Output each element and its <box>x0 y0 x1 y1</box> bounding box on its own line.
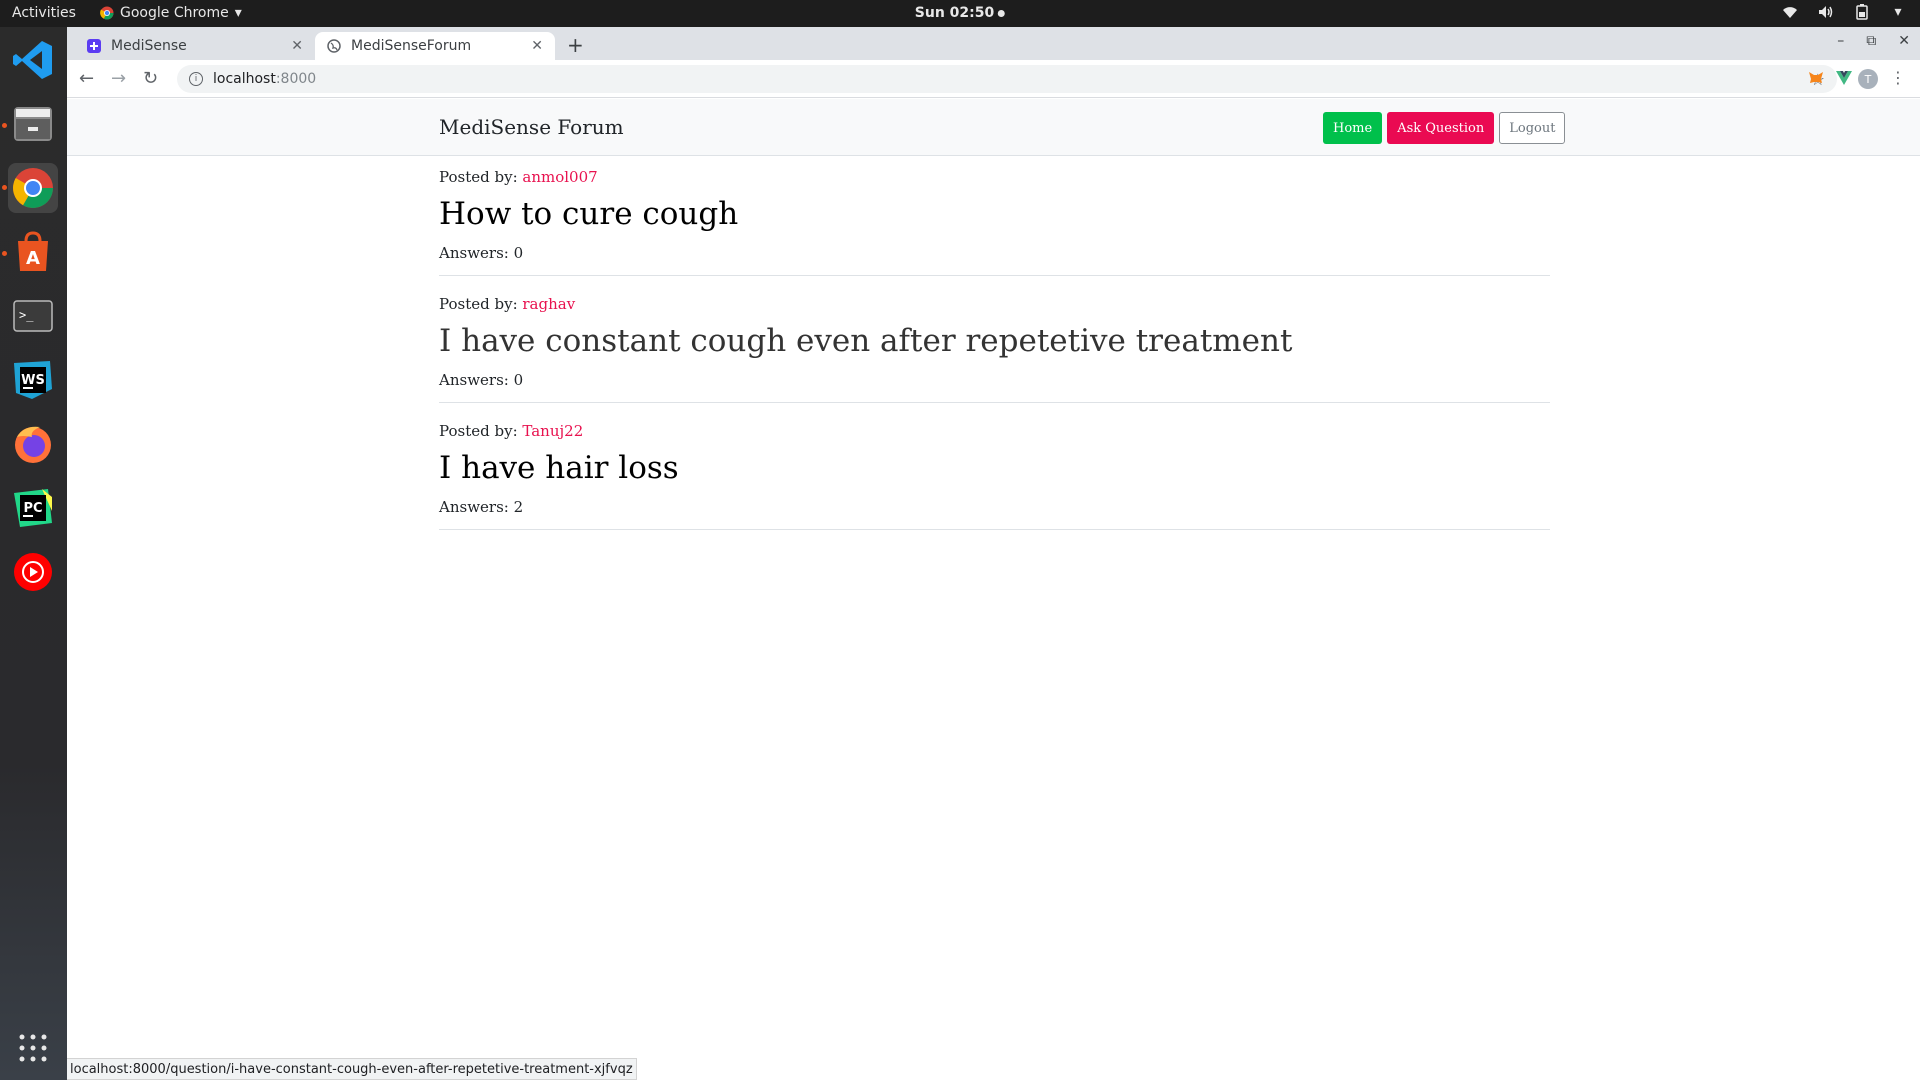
chevron-down-icon: ▾ <box>1894 4 1902 20</box>
browser-toolbar: ← → ↻ i localhost:8000 ☆ T ⋮ <box>67 60 1920 98</box>
software-center-icon[interactable]: A <box>8 227 58 277</box>
vscode-icon[interactable] <box>8 35 58 85</box>
answer-count: Answers: 2 <box>439 498 1550 516</box>
question-title-link[interactable]: How to cure cough <box>439 196 1550 236</box>
webstorm-icon[interactable]: WS <box>8 355 58 405</box>
chrome-window: MediSense ✕ MediSenseForum ✕ + – ⧉ ✕ ← →… <box>67 27 1920 1080</box>
minimize-icon[interactable]: – <box>1837 33 1844 49</box>
answers-value: 0 <box>513 244 524 262</box>
posted-by-label: Posted by: <box>439 168 523 186</box>
clock[interactable]: Sun 02:50 <box>914 5 1006 21</box>
answers-value: 2 <box>513 498 524 516</box>
restore-icon[interactable]: ⧉ <box>1866 33 1876 49</box>
posted-by-label: Posted by: <box>439 422 523 440</box>
dock: A >_ WS PC <box>0 27 67 1080</box>
medisense-favicon-icon <box>87 39 101 53</box>
info-icon[interactable]: i <box>189 72 203 86</box>
answers-label: Answers: <box>439 498 514 516</box>
wifi-icon <box>1782 4 1798 20</box>
answer-count: Answers: 0 <box>439 371 1550 389</box>
youtube-music-icon[interactable] <box>8 547 58 597</box>
question-item: Posted by: Tanuj22 I have hair loss Answ… <box>439 422 1550 530</box>
svg-text:>_: >_ <box>19 308 34 322</box>
volume-icon <box>1818 4 1834 20</box>
answer-count: Answers: 0 <box>439 244 1550 262</box>
logout-button[interactable]: Logout <box>1499 112 1566 144</box>
posted-by-label: Posted by: <box>439 295 523 313</box>
globe-icon <box>327 39 341 53</box>
back-icon[interactable]: ← <box>79 68 94 89</box>
chrome-small-icon <box>100 6 114 20</box>
system-tray[interactable]: ▾ <box>1782 4 1906 20</box>
answers-value: 0 <box>513 371 524 389</box>
nav-buttons: Home Ask Question Logout <box>1323 112 1566 144</box>
notification-dot-icon <box>998 9 1006 17</box>
system-top-bar: Activities Google Chrome ▾ Sun 02:50 ▾ <box>0 0 1920 27</box>
svg-text:PC: PC <box>23 501 42 516</box>
reload-icon[interactable]: ↻ <box>143 68 158 89</box>
question-meta: Posted by: anmol007 <box>439 168 1550 188</box>
home-button[interactable]: Home <box>1323 112 1383 144</box>
author-link[interactable]: Tanuj22 <box>522 422 583 440</box>
files-icon[interactable] <box>8 99 58 149</box>
question-item: Posted by: anmol007 How to cure cough An… <box>439 168 1550 276</box>
battery-icon <box>1854 4 1870 20</box>
close-icon[interactable]: ✕ <box>291 38 303 54</box>
close-icon[interactable]: ✕ <box>531 38 543 54</box>
link-status-bar: localhost:8000/question/i-have-constant-… <box>67 1058 637 1080</box>
url-port: :8000 <box>275 71 317 87</box>
window-controls: – ⧉ ✕ <box>1837 33 1910 49</box>
firefox-icon[interactable] <box>8 419 58 469</box>
question-meta: Posted by: Tanuj22 <box>439 422 1550 442</box>
ask-question-button[interactable]: Ask Question <box>1387 112 1495 144</box>
question-title-link[interactable]: I have hair loss <box>439 450 1550 490</box>
chevron-down-icon: ▾ <box>234 5 242 21</box>
answers-label: Answers: <box>439 371 514 389</box>
question-meta: Posted by: raghav <box>439 295 1550 315</box>
address-bar[interactable]: i localhost:8000 ☆ <box>177 65 1837 93</box>
author-link[interactable]: anmol007 <box>522 168 597 186</box>
chrome-icon[interactable] <box>8 163 58 213</box>
author-link[interactable]: raghav <box>522 295 575 313</box>
question-list: Posted by: anmol007 How to cure cough An… <box>439 168 1550 549</box>
tab-title: MediSense <box>111 38 187 54</box>
app-name: Google Chrome <box>120 5 229 21</box>
tab-title: MediSenseForum <box>351 38 472 54</box>
svg-text:WS: WS <box>21 373 45 388</box>
profile-avatar[interactable]: T <box>1858 69 1878 89</box>
new-tab-icon[interactable]: + <box>567 33 584 57</box>
tab-medisense[interactable]: MediSense ✕ <box>75 32 315 60</box>
url-host: localhost <box>213 71 276 87</box>
activities-button[interactable]: Activities <box>12 5 76 21</box>
metamask-extension-icon[interactable] <box>1808 70 1824 90</box>
forward-icon[interactable]: → <box>111 68 126 89</box>
brand-link[interactable]: MediSense Forum <box>439 115 624 139</box>
close-window-icon[interactable]: ✕ <box>1898 33 1910 49</box>
pycharm-icon[interactable]: PC <box>8 483 58 533</box>
app-menu[interactable]: Google Chrome ▾ <box>100 5 242 21</box>
more-menu-icon[interactable]: ⋮ <box>1890 68 1906 87</box>
page-viewport: MediSense Forum Home Ask Question Logout… <box>67 99 1920 1080</box>
clock-text: Sun 02:50 <box>914 5 995 21</box>
tab-strip: MediSense ✕ MediSenseForum ✕ + – ⧉ ✕ <box>67 27 1920 60</box>
vue-devtools-extension-icon[interactable] <box>1836 70 1852 90</box>
answers-label: Answers: <box>439 244 514 262</box>
show-applications-icon[interactable] <box>8 1023 58 1073</box>
terminal-icon[interactable]: >_ <box>8 291 58 341</box>
tab-medisenseforum[interactable]: MediSenseForum ✕ <box>315 32 555 60</box>
forum-navbar: MediSense Forum Home Ask Question Logout <box>67 99 1920 156</box>
question-title-link[interactable]: I have constant cough even after repetet… <box>439 323 1550 363</box>
question-item: Posted by: raghav I have constant cough … <box>439 295 1550 403</box>
svg-text:A: A <box>26 248 40 269</box>
